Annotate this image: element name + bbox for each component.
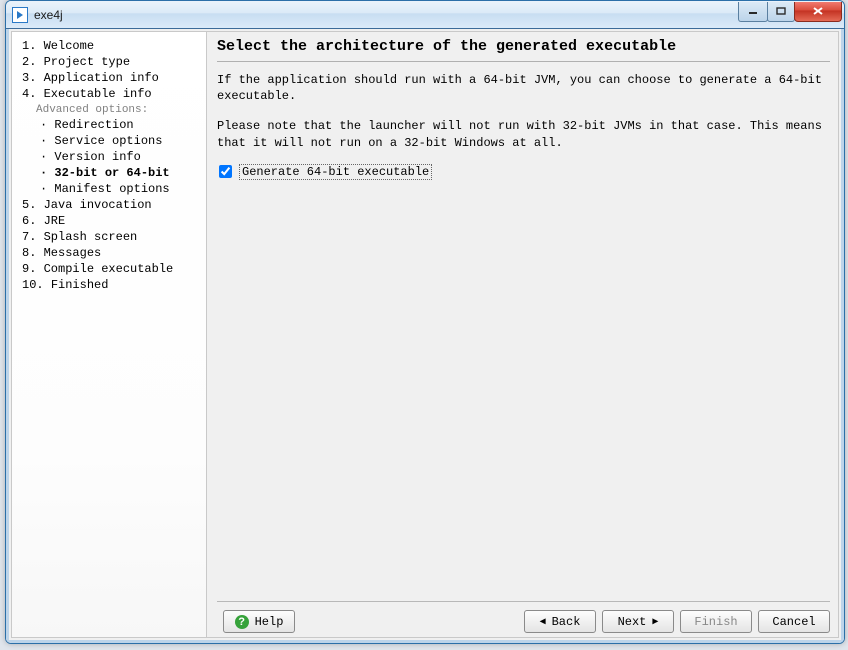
arrow-right-icon: ▶ — [652, 616, 658, 628]
nav-advanced-label: Advanced options: — [16, 102, 202, 117]
back-button[interactable]: ◀ Back — [524, 610, 596, 633]
window-controls — [739, 2, 842, 22]
nav-step-splash-screen[interactable]: 7. Splash screen — [16, 229, 202, 245]
cancel-button[interactable]: Cancel — [758, 610, 830, 633]
close-button[interactable] — [794, 2, 842, 22]
wizard-footer: ? Help ◀ Back Next ▶ Finish Cancel — [217, 601, 830, 633]
nav-step-jre[interactable]: 6. JRE — [16, 213, 202, 229]
nav-step-java-invocation[interactable]: 5. Java invocation — [16, 197, 202, 213]
nav-sub-32bit-or-64bit[interactable]: · 32-bit or 64-bit — [16, 165, 202, 181]
nav-step-welcome[interactable]: 1. Welcome — [16, 38, 202, 54]
nav-sub-version-info[interactable]: · Version info — [16, 149, 202, 165]
generate-64bit-row[interactable]: Generate 64-bit executable — [217, 165, 830, 179]
finish-button[interactable]: Finish — [680, 610, 752, 633]
nav-step-executable-info[interactable]: 4. Executable info — [16, 86, 202, 102]
nav-sub-redirection[interactable]: · Redirection — [16, 117, 202, 133]
app-icon — [12, 7, 28, 23]
nav-step-compile-executable[interactable]: 9. Compile executable — [16, 261, 202, 277]
window-title: exe4j — [34, 8, 63, 22]
nav-step-application-info[interactable]: 3. Application info — [16, 70, 202, 86]
nav-step-finished[interactable]: 10. Finished — [16, 277, 202, 293]
maximize-button[interactable] — [767, 2, 795, 22]
close-icon — [812, 6, 824, 16]
paragraph-2: Please note that the launcher will not r… — [217, 118, 830, 150]
finish-button-label: Finish — [694, 615, 737, 629]
arrow-left-icon: ◀ — [540, 616, 546, 628]
nav-sub-service-options[interactable]: · Service options — [16, 133, 202, 149]
cancel-button-label: Cancel — [772, 615, 815, 629]
nav-step-messages[interactable]: 8. Messages — [16, 245, 202, 261]
wizard-sidebar: 1. Welcome 2. Project type 3. Applicatio… — [11, 31, 207, 638]
minimize-icon — [748, 7, 758, 15]
help-icon: ? — [235, 615, 249, 629]
generate-64bit-label: Generate 64-bit executable — [240, 165, 431, 179]
paragraph-1: If the application should run with a 64-… — [217, 72, 830, 104]
main-panel: Select the architecture of the generated… — [207, 31, 839, 638]
titlebar: exe4j — [6, 1, 844, 29]
nav-step-project-type[interactable]: 2. Project type — [16, 54, 202, 70]
client-area: 1. Welcome 2. Project type 3. Applicatio… — [6, 29, 844, 643]
help-button[interactable]: ? Help — [223, 610, 295, 633]
next-button-label: Next — [618, 615, 647, 629]
generate-64bit-checkbox[interactable] — [219, 165, 232, 178]
maximize-icon — [776, 7, 786, 15]
minimize-button[interactable] — [738, 2, 768, 22]
nav-sub-manifest-options[interactable]: · Manifest options — [16, 181, 202, 197]
app-window: exe4j 1. Welcome 2. Project type 3. Appl… — [5, 0, 845, 644]
help-button-label: Help — [255, 615, 284, 629]
page-heading: Select the architecture of the generated… — [217, 36, 830, 62]
back-button-label: Back — [552, 615, 581, 629]
next-button[interactable]: Next ▶ — [602, 610, 674, 633]
